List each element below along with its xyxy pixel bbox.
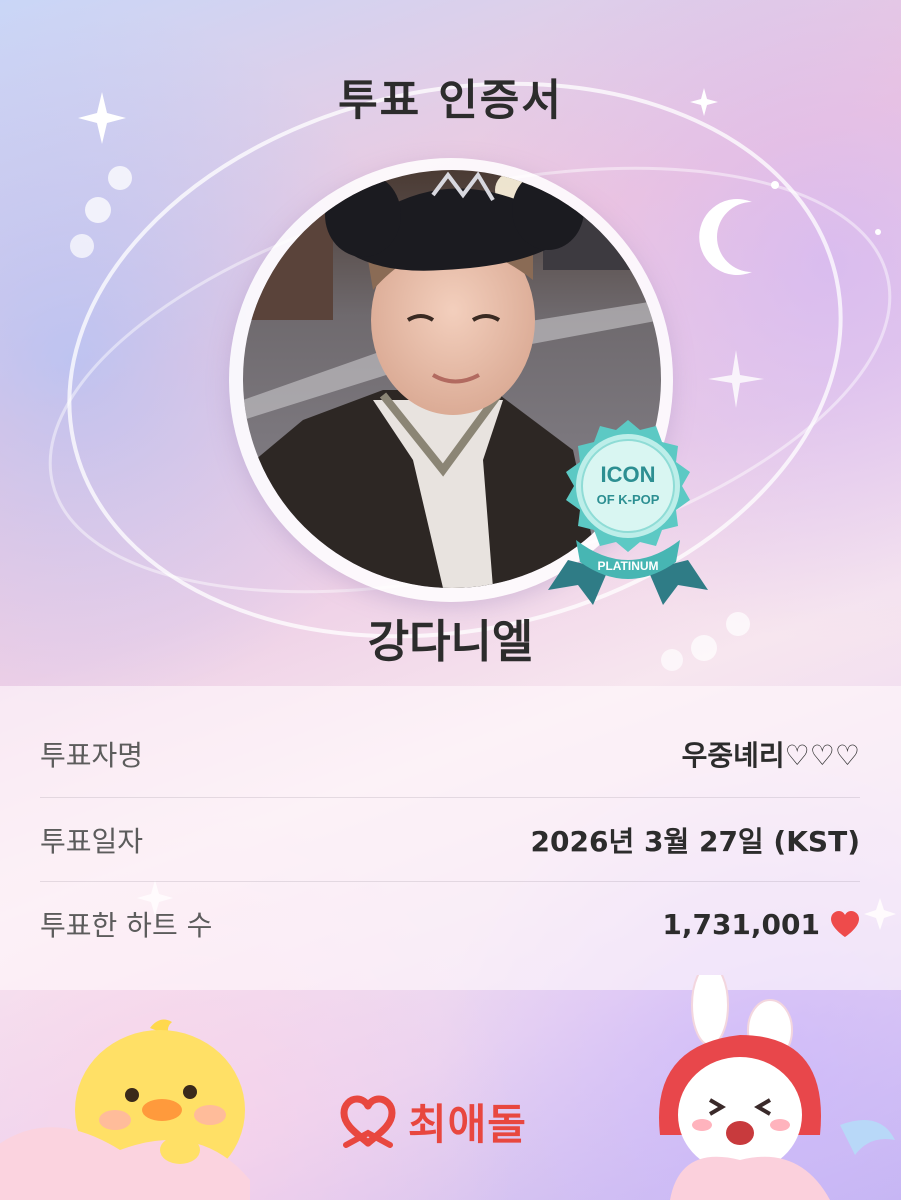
vote-date-value: 2026년 3월 27일 (KST): [530, 825, 860, 858]
badge-icon: ICON OF K-POP PLATINUM: [548, 420, 708, 605]
brand-logo: 최애돌: [338, 1088, 527, 1154]
info-panel: 투표자명 우중녜리♡♡♡ 투표일자 2026년 3월 27일 (KST) 투표한…: [0, 686, 901, 990]
vote-date-label: 투표일자: [40, 825, 144, 858]
certificate-title: 투표 인증서: [338, 76, 563, 126]
heart-count-row: 투표한 하트 수 1,731,001: [40, 882, 860, 966]
sparkle-icon: [708, 350, 764, 408]
heart-count-value: 1,731,001: [662, 907, 820, 941]
moon-icon: [699, 199, 752, 275]
bunny-character-icon: [659, 975, 895, 1200]
chick-character-icon: [0, 1019, 250, 1200]
badge-line1: ICON: [601, 462, 656, 487]
voter-name-value: 우중녜리♡♡♡: [681, 739, 860, 772]
heart-count-label: 투표한 하트 수: [40, 909, 213, 942]
voter-name-row: 투표자명 우중녜리♡♡♡: [40, 712, 860, 796]
heart-count-value-wrap: 1,731,001: [662, 908, 860, 941]
badge-line2: OF K-POP: [597, 492, 660, 507]
brand-logo-icon: [340, 1095, 396, 1148]
badge-tier: PLATINUM: [597, 559, 658, 573]
vote-date-row: 투표일자 2026년 3월 27일 (KST): [40, 798, 860, 882]
heart-icon: [831, 911, 859, 937]
brand-name: 최애돌: [408, 1099, 527, 1149]
idol-name: 강다니엘: [367, 615, 534, 668]
voter-name-label: 투표자명: [40, 739, 144, 772]
